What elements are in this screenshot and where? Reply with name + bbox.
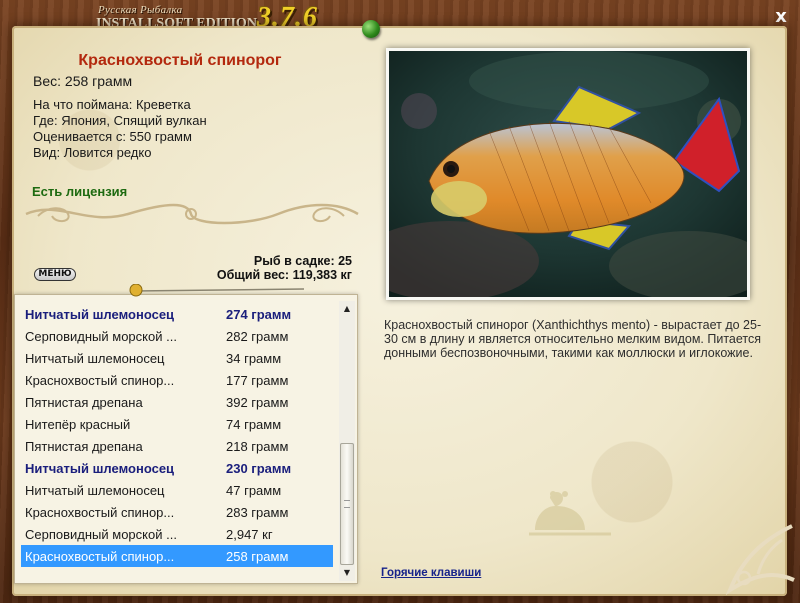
- catch-fish-weight: 230 грамм: [226, 460, 292, 476]
- catch-list-row[interactable]: Нитчатый шлемоносец 34 грамм: [21, 347, 333, 369]
- catch-fish-weight: 258 грамм: [226, 548, 289, 564]
- scroll-thumb[interactable]: [340, 443, 354, 565]
- catch-list-panel: Нитчатый шлемоносец 274 грамм Серповидный …: [14, 294, 358, 584]
- license-status: Есть лицензия: [32, 184, 128, 199]
- fish-type: Вид: Ловится редко: [33, 145, 152, 160]
- fish-weight: Вес: 258 грамм: [33, 73, 133, 89]
- catch-fish-weight: 392 грамм: [226, 394, 289, 410]
- catch-list-row[interactable]: Серповидный морской ... 2,947 кг: [21, 523, 333, 545]
- list-scrollbar[interactable]: ▲ ▼: [339, 301, 355, 581]
- catch-list-row[interactable]: Пятнистая дрепана 218 грамм: [21, 435, 333, 457]
- catch-list-row[interactable]: Краснохвостый спинор... 258 грамм: [21, 545, 333, 567]
- scroll-down-icon[interactable]: ▼: [339, 565, 355, 581]
- ornament-divider: [25, 203, 359, 225]
- catch-list-row[interactable]: Нитчатый шлемоносец 47 грамм: [21, 479, 333, 501]
- pushpin-icon: [362, 20, 380, 38]
- fishing-rod-icon: [129, 284, 305, 297]
- keepnet-total-weight: Общий вес: 119,383 кг: [216, 268, 352, 282]
- catch-list-row[interactable]: Серповидный морской ... 282 грамм: [21, 325, 333, 347]
- catch-fish-name: Серповидный морской ...: [25, 328, 177, 344]
- catch-fish-weight: 218 грамм: [226, 438, 289, 454]
- catch-fish-weight: 2,947 кг: [226, 526, 273, 542]
- catch-fish-weight: 177 грамм: [226, 372, 289, 388]
- catch-fish-name: Пятнистая дрепана: [25, 394, 143, 410]
- menu-button[interactable]: МЕНЮ: [34, 268, 76, 281]
- catch-fish-name: Нитчатый шлемоносец: [25, 460, 175, 476]
- catch-list-row[interactable]: Краснохвостый спинор... 177 грамм: [21, 369, 333, 391]
- catch-fish-weight: 283 грамм: [226, 504, 289, 520]
- catch-list-row[interactable]: Нитепёр красный 74 грамм: [21, 413, 333, 435]
- catch-list-row[interactable]: Краснохвостый спинор... 283 грамм: [21, 501, 333, 523]
- fish-photo: [386, 48, 750, 300]
- catch-fish-name: Краснохвостый спинор...: [25, 504, 175, 520]
- catch-fish-weight: 47 грамм: [226, 482, 282, 498]
- corner-ornament: [725, 524, 795, 596]
- scroll-up-icon[interactable]: ▲: [339, 301, 355, 317]
- logo-title: Русская Рыбалка: [98, 4, 183, 16]
- fish-bait: На что поймана: Креветка: [33, 97, 191, 112]
- catch-fish-name: Нитчатый шлемоносец: [25, 482, 165, 498]
- fisherman-watermark-icon: [529, 491, 611, 536]
- catch-list-row[interactable]: Нитчатый шлемоносец 274 грамм: [21, 303, 333, 325]
- catch-fish-name: Краснохвостый спинор...: [25, 372, 175, 388]
- fish-title: Краснохвостый спинорог: [78, 52, 282, 69]
- catch-fish-weight: 282 грамм: [226, 328, 289, 344]
- catch-list-row[interactable]: Пятнистая дрепана 392 грамм: [21, 391, 333, 413]
- catch-fish-name: Нитчатый шлемоносец: [25, 306, 175, 322]
- fish-info: На что поймана: Креветка Где: Япония, Сп…: [33, 97, 207, 161]
- fish-value: Оценивается с: 550 грамм: [33, 129, 192, 144]
- fish-image: [389, 51, 747, 297]
- catch-fish-weight: 274 грамм: [226, 306, 292, 322]
- catch-list-row[interactable]: Нитчатый шлемоносец 230 грамм: [21, 457, 333, 479]
- catch-fish-weight: 34 грамм: [226, 350, 282, 366]
- close-button[interactable]: x: [772, 8, 790, 26]
- fish-description: Краснохвостый спинорог (Xanthichthys men…: [384, 318, 762, 360]
- hotkeys-link[interactable]: Горячие клавиши: [381, 567, 481, 579]
- catch-fish-name: Нитепёр красный: [25, 416, 131, 432]
- fish-location: Где: Япония, Спящий вулкан: [33, 113, 207, 128]
- keepnet-count: Рыб в садке: 25: [253, 254, 352, 268]
- catch-fish-name: Краснохвостый спинор...: [25, 548, 175, 564]
- catch-fish-name: Нитчатый шлемоносец: [25, 350, 165, 366]
- catch-fish-name: Серповидный морской ...: [25, 526, 177, 542]
- catch-fish-weight: 74 грамм: [226, 416, 282, 432]
- catch-list: Нитчатый шлемоносец 274 грамм Серповидный …: [21, 303, 333, 567]
- catch-fish-name: Пятнистая дрепана: [25, 438, 143, 454]
- keepnet-summary: Рыб в садке: 25 Общий вес: 119,383 кг: [217, 254, 352, 282]
